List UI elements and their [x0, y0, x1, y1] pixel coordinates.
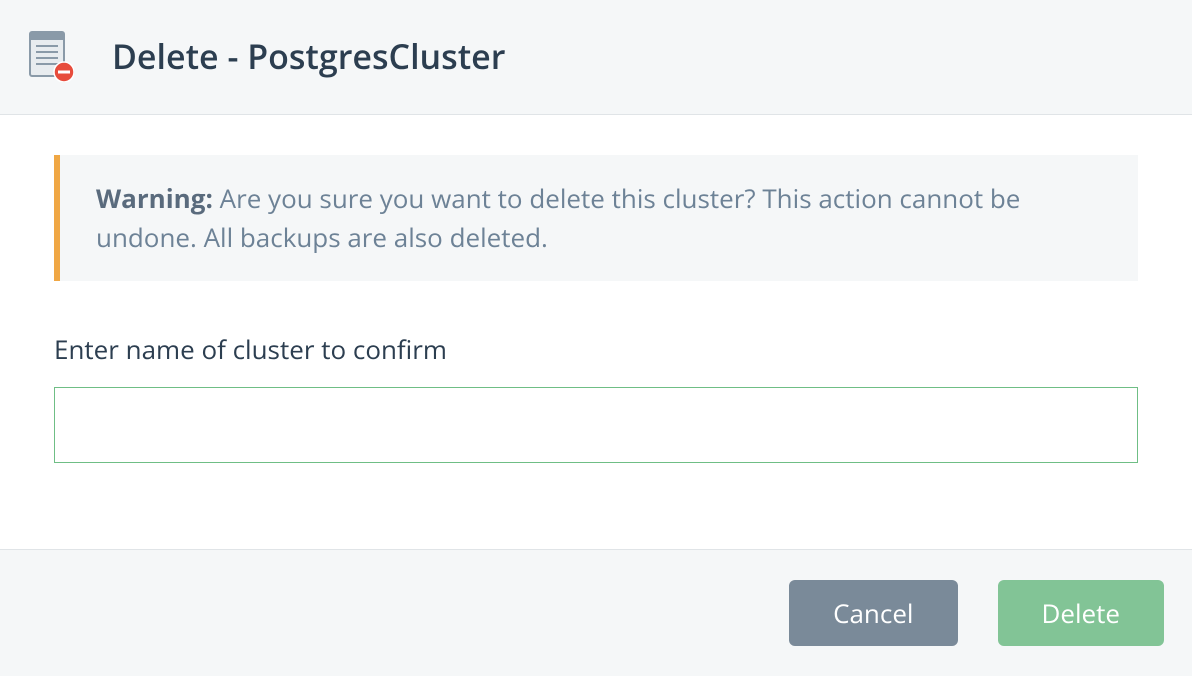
dialog-title: Delete - PostgresCluster	[112, 33, 505, 79]
confirm-cluster-name-input[interactable]	[54, 387, 1138, 463]
cancel-button[interactable]: Cancel	[789, 580, 957, 646]
confirm-input-label: Enter name of cluster to confirm	[54, 331, 1138, 367]
warning-banner: Warning: Are you sure you want to delete…	[54, 155, 1138, 281]
dialog-header: Delete - PostgresCluster	[0, 0, 1192, 115]
delete-button[interactable]: Delete	[998, 580, 1165, 646]
dialog-content: Warning: Are you sure you want to delete…	[0, 115, 1192, 463]
warning-text: Warning: Are you sure you want to delete…	[96, 179, 1102, 257]
server-delete-icon	[28, 30, 74, 82]
dialog-footer: Cancel Delete	[0, 549, 1192, 676]
warning-message: Are you sure you want to delete this clu…	[96, 180, 1020, 255]
warning-label: Warning:	[96, 180, 213, 216]
